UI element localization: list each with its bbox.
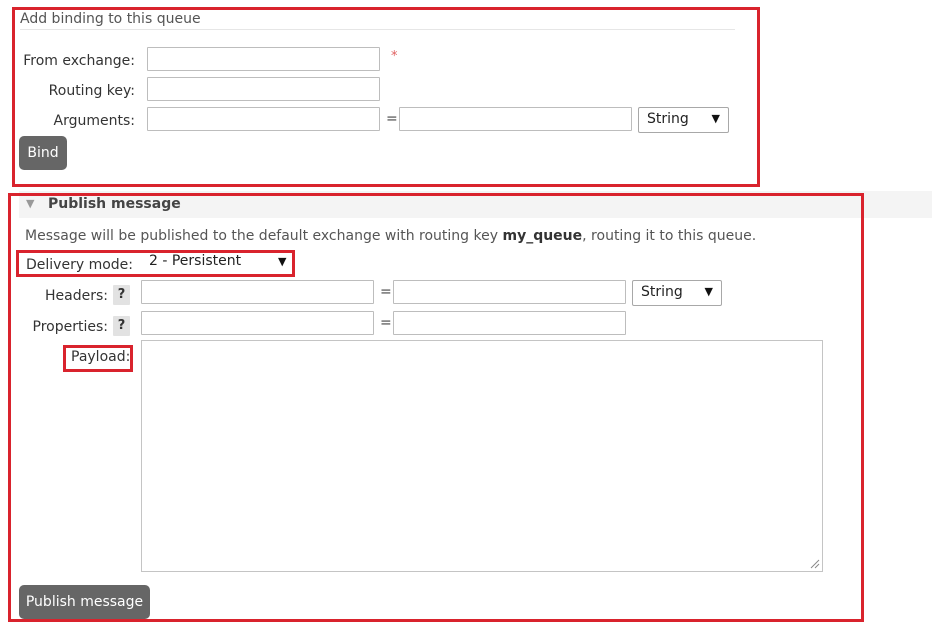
from-exchange-input[interactable] bbox=[147, 47, 380, 71]
properties-label: Properties: bbox=[32, 319, 108, 335]
argument-value-input[interactable] bbox=[399, 107, 632, 131]
header-value-input[interactable] bbox=[393, 280, 626, 304]
payload-textarea[interactable] bbox=[141, 340, 823, 572]
property-equals-sign: = bbox=[380, 315, 392, 331]
property-value-input[interactable] bbox=[393, 311, 626, 335]
payload-label: Payload: bbox=[71, 349, 131, 365]
binding-section-title: Add binding to this queue bbox=[20, 11, 201, 27]
publish-info-text: Message will be published to the default… bbox=[25, 228, 756, 244]
publish-message-button[interactable]: Publish message bbox=[19, 585, 150, 619]
delivery-mode-value: 2 - Persistent bbox=[149, 253, 242, 269]
routing-key-label: Routing key: bbox=[48, 83, 135, 99]
from-exchange-label: From exchange: bbox=[23, 53, 135, 69]
headers-label: Headers: bbox=[45, 288, 108, 304]
argument-type-select[interactable]: String ▼ bbox=[638, 107, 729, 133]
required-marker: * bbox=[391, 49, 398, 64]
header-type-select[interactable]: String ▼ bbox=[632, 280, 722, 306]
resize-handle-icon[interactable] bbox=[810, 559, 820, 569]
publish-info-before: Message will be published to the default… bbox=[25, 228, 503, 244]
routing-key-value: my_queue bbox=[502, 228, 583, 244]
routing-key-input[interactable] bbox=[147, 77, 380, 101]
bind-button[interactable]: Bind bbox=[19, 136, 67, 170]
publish-info-after: , routing it to this queue. bbox=[582, 228, 757, 244]
arguments-label: Arguments: bbox=[53, 113, 135, 129]
header-type-value: String bbox=[641, 284, 683, 300]
delivery-mode-label: Delivery mode: bbox=[26, 257, 133, 273]
headers-help-icon[interactable]: ? bbox=[113, 285, 130, 305]
property-key-input[interactable] bbox=[141, 311, 374, 335]
argument-equals-sign: = bbox=[386, 111, 398, 127]
header-key-input[interactable] bbox=[141, 280, 374, 304]
header-equals-sign: = bbox=[380, 284, 392, 300]
delivery-mode-select[interactable]: 2 - Persistent ▼ bbox=[141, 253, 291, 273]
argument-type-value: String bbox=[647, 111, 689, 127]
dropdown-arrow-icon: ▼ bbox=[704, 285, 713, 298]
dropdown-arrow-icon: ▼ bbox=[711, 112, 720, 125]
properties-help-icon[interactable]: ? bbox=[113, 316, 130, 336]
dropdown-arrow-icon: ▼ bbox=[278, 255, 287, 268]
binding-title-divider bbox=[20, 29, 735, 30]
argument-key-input[interactable] bbox=[147, 107, 380, 131]
